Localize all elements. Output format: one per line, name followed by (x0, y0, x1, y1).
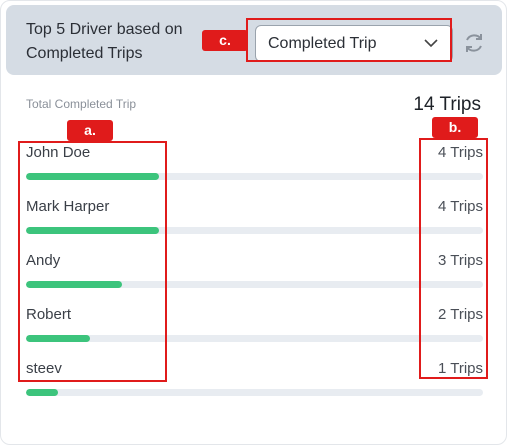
top-drivers-card: Top 5 Driver based on Completed Trips Co… (0, 0, 507, 445)
annotation-label-a: a. (67, 120, 113, 141)
card-title: Top 5 Driver based on Completed Trips (26, 21, 183, 62)
annotation-label-c: c. (202, 30, 248, 51)
progress-track (26, 389, 483, 396)
annotation-label-b: b. (432, 117, 478, 138)
annotation-box-c (246, 18, 452, 62)
total-completed-label: Total Completed Trip (26, 97, 137, 111)
total-completed-value: 14 Trips (413, 94, 481, 115)
annotation-box-b (419, 138, 488, 379)
progress-fill (26, 389, 58, 396)
annotation-box-a (18, 141, 167, 382)
refresh-icon[interactable] (462, 31, 486, 55)
